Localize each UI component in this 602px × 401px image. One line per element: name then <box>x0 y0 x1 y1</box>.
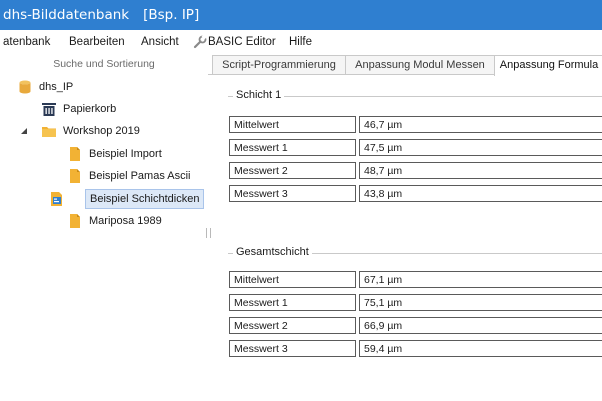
menu-ansicht[interactable]: Ansicht <box>141 36 179 48</box>
tab-script-programmierung[interactable]: Script-Programmierung <box>212 55 346 74</box>
tree-item-label: dhs_IP <box>39 81 74 93</box>
sidebar: Suche und Sortierung dhs_IP Papierkorb W… <box>0 54 208 401</box>
field-label: Messwert 1 <box>229 139 356 156</box>
menu-bar: atenbank Bearbeiten Ansicht BASIC Editor… <box>0 30 602 54</box>
field-value[interactable]: 59,4 µm <box>359 340 602 357</box>
tree-item-label: Workshop 2019 <box>63 125 140 137</box>
tree-item-label: Papierkorb <box>63 103 117 115</box>
field-value[interactable]: 66,9 µm <box>359 317 602 334</box>
document-icon <box>70 214 80 228</box>
group-title-gesamtschicht: Gesamtschicht <box>233 246 312 258</box>
menu-bearbeiten[interactable]: Bearbeiten <box>69 36 125 48</box>
field-label: Messwert 3 <box>229 340 356 357</box>
sidebar-header: Suche und Sortierung <box>53 58 155 70</box>
field-label: Messwert 3 <box>229 185 356 202</box>
field-value[interactable]: 75,1 µm <box>359 294 602 311</box>
menu-datenbank[interactable]: atenbank <box>3 36 50 48</box>
tree-item-label: Beispiel Schichtdicken <box>85 189 205 209</box>
field-label: Mittelwert <box>229 116 356 133</box>
field-value[interactable]: 46,7 µm <box>359 116 602 133</box>
menu-basic-editor[interactable]: BASIC Editor <box>208 36 276 48</box>
field-value[interactable]: 48,7 µm <box>359 162 602 179</box>
window-context: [Bsp. IP] <box>143 7 200 23</box>
app-title: dhs-Bilddatenbank <box>3 7 130 23</box>
field-value[interactable]: 67,1 µm <box>359 271 602 288</box>
wrench-icon <box>193 35 207 49</box>
tree-item-label: Beispiel Import <box>89 148 162 160</box>
field-value[interactable]: 43,8 µm <box>359 185 602 202</box>
tree-item-label: Mariposa 1989 <box>89 215 162 227</box>
field-label: Messwert 2 <box>229 162 356 179</box>
tab-anpassung-formula[interactable]: Anpassung Formula <box>494 55 602 76</box>
field-label: Messwert 1 <box>229 294 356 311</box>
folder-icon <box>42 127 56 137</box>
database-icon <box>19 80 31 94</box>
group-title-schicht-1: Schicht 1 <box>233 89 285 101</box>
main-panel: Script-Programmierung Anpassung Modul Me… <box>208 54 602 401</box>
expand-toggle-icon[interactable] <box>20 127 28 135</box>
trash-icon <box>42 103 56 116</box>
field-label: Messwert 2 <box>229 317 356 334</box>
document-icon <box>70 169 80 183</box>
form-document-icon <box>51 192 62 206</box>
tree-item-label: Beispiel Pamas Ascii <box>89 170 191 182</box>
title-bar[interactable]: dhs-Bilddatenbank [Bsp. IP] <box>0 0 602 30</box>
menu-hilfe[interactable]: Hilfe <box>289 36 312 48</box>
tab-strip: Script-Programmierung Anpassung Modul Me… <box>208 54 602 76</box>
field-value[interactable]: 47,5 µm <box>359 139 602 156</box>
document-icon <box>70 147 80 161</box>
field-label: Mittelwert <box>229 271 356 288</box>
tab-anpassung-modul-messen[interactable]: Anpassung Modul Messen <box>345 55 495 74</box>
